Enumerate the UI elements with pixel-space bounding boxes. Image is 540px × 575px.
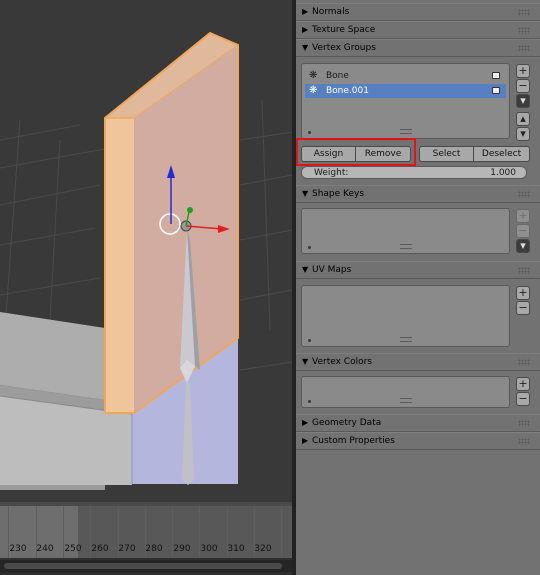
move-group-up-button[interactable]: ▴ — [516, 112, 530, 126]
frame-number: 280 — [145, 544, 163, 554]
panel-title: Shape Keys — [312, 189, 365, 199]
panel-title: Custom Properties — [312, 436, 395, 446]
viewport-scene — [0, 31, 292, 490]
properties-editor: ▶ Normals ▶ Texture Space ▼ Vertex Group… — [296, 0, 540, 575]
frame-number: 230 — [9, 544, 27, 554]
collapsed-triangle-icon: ▶ — [302, 418, 309, 427]
collapsed-triangle-icon: ▶ — [302, 436, 309, 445]
vertex-group-list[interactable]: ❋ Bone ❋ Bone.001 — [301, 63, 510, 139]
panel-header-geometry-data[interactable]: ▶ Geometry Data — [296, 414, 540, 432]
frame-number: 300 — [200, 544, 218, 554]
panel-title: Normals — [312, 7, 350, 17]
panel-header-shape-keys[interactable]: ▼ Shape Keys — [296, 185, 540, 203]
timeline[interactable]: 230 240 250 260 270 280 290 300 310 320 — [0, 502, 292, 575]
list-filter-icon[interactable] — [308, 246, 311, 249]
expanded-triangle-icon: ▼ — [302, 357, 309, 366]
list-resize-handle[interactable] — [399, 337, 412, 342]
vertex-group-icon: ❋ — [309, 70, 318, 81]
drag-handle-icon[interactable] — [518, 9, 530, 16]
frame-number: 270 — [118, 544, 136, 554]
deselect-button[interactable]: Deselect — [473, 146, 530, 162]
drag-handle-icon[interactable] — [518, 359, 530, 366]
remove-uv-map-button[interactable]: − — [516, 301, 530, 315]
expanded-triangle-icon: ▼ — [302, 189, 309, 198]
timeline-scrollbar-handle[interactable] — [4, 563, 282, 569]
timeline-frame-numbers: 230 240 250 260 270 280 290 300 310 320 — [0, 544, 292, 558]
timeline-ruler[interactable]: 230 240 250 260 270 280 290 300 310 320 — [0, 506, 292, 558]
panel-title: Texture Space — [312, 25, 376, 35]
timeline-scrollbar[interactable] — [0, 560, 292, 572]
drag-handle-icon[interactable] — [518, 27, 530, 34]
vertex-group-icon: ❋ — [309, 85, 318, 96]
lock-icon[interactable] — [492, 72, 500, 79]
weight-value[interactable]: 1.000 — [490, 168, 516, 178]
panel-header-uv-maps[interactable]: ▼ UV Maps — [296, 261, 540, 279]
frame-number: 290 — [173, 544, 191, 554]
drag-handle-icon[interactable] — [518, 438, 530, 445]
drag-handle-icon[interactable] — [518, 45, 530, 52]
panel-title: Vertex Groups — [312, 43, 376, 53]
list-resize-handle[interactable] — [399, 398, 412, 403]
list-filter-icon[interactable] — [308, 339, 311, 342]
list-filter-icon[interactable] — [308, 400, 311, 403]
panel-header-vertex-colors[interactable]: ▼ Vertex Colors — [296, 353, 540, 371]
panel-header-texture-space[interactable]: ▶ Texture Space — [296, 21, 540, 39]
vertex-group-item-bone[interactable]: ❋ Bone — [305, 69, 506, 83]
add-shape-key-button[interactable]: + — [516, 209, 530, 223]
add-vertex-color-button[interactable]: + — [516, 377, 530, 391]
frame-number: 260 — [91, 544, 109, 554]
vertex-group-item-bone-001[interactable]: ❋ Bone.001 — [305, 84, 506, 98]
shape-key-specials-button[interactable]: ▾ — [516, 239, 530, 253]
frame-number: 320 — [254, 544, 272, 554]
select-button[interactable]: Select — [419, 146, 474, 162]
collapsed-triangle-icon: ▶ — [302, 25, 309, 34]
panel-title: Vertex Colors — [312, 357, 372, 367]
weight-label: Weight: — [314, 168, 349, 178]
highlight-annotation-box — [296, 138, 416, 166]
vertex-group-specials-button[interactable]: ▾ — [516, 94, 530, 108]
drag-handle-icon[interactable] — [518, 420, 530, 427]
panel-title: UV Maps — [312, 265, 352, 275]
weight-slider[interactable]: Weight: 1.000 — [301, 166, 527, 179]
vertex-color-list[interactable] — [301, 376, 510, 408]
panel-header-normals[interactable]: ▶ Normals — [296, 3, 540, 21]
drag-handle-icon[interactable] — [518, 267, 530, 274]
add-uv-map-button[interactable]: + — [516, 286, 530, 300]
3d-viewport[interactable] — [0, 0, 292, 502]
frame-number: 250 — [64, 544, 82, 554]
frame-number: 310 — [227, 544, 245, 554]
expanded-triangle-icon: ▼ — [302, 265, 309, 274]
vertex-group-label[interactable]: Bone.001 — [326, 86, 369, 96]
remove-vertex-color-button[interactable]: − — [516, 392, 530, 406]
uv-map-list[interactable] — [301, 285, 510, 347]
list-filter-icon[interactable] — [308, 131, 311, 134]
frame-number: 240 — [36, 544, 54, 554]
vertex-group-label[interactable]: Bone — [326, 71, 349, 81]
list-resize-handle[interactable] — [399, 129, 412, 134]
expanded-triangle-icon: ▼ — [302, 43, 309, 52]
collapsed-triangle-icon: ▶ — [302, 7, 309, 16]
list-resize-handle[interactable] — [399, 244, 412, 249]
remove-vertex-group-button[interactable]: − — [516, 79, 530, 93]
shape-key-list[interactable] — [301, 208, 510, 254]
move-group-down-button[interactable]: ▾ — [516, 127, 530, 141]
lock-icon[interactable] — [492, 87, 500, 94]
add-vertex-group-button[interactable]: + — [516, 64, 530, 78]
panel-header-custom-properties[interactable]: ▶ Custom Properties — [296, 432, 540, 450]
remove-shape-key-button[interactable]: − — [516, 224, 530, 238]
panel-header-vertex-groups[interactable]: ▼ Vertex Groups — [296, 39, 540, 57]
panel-title: Geometry Data — [312, 418, 382, 428]
drag-handle-icon[interactable] — [518, 191, 530, 198]
